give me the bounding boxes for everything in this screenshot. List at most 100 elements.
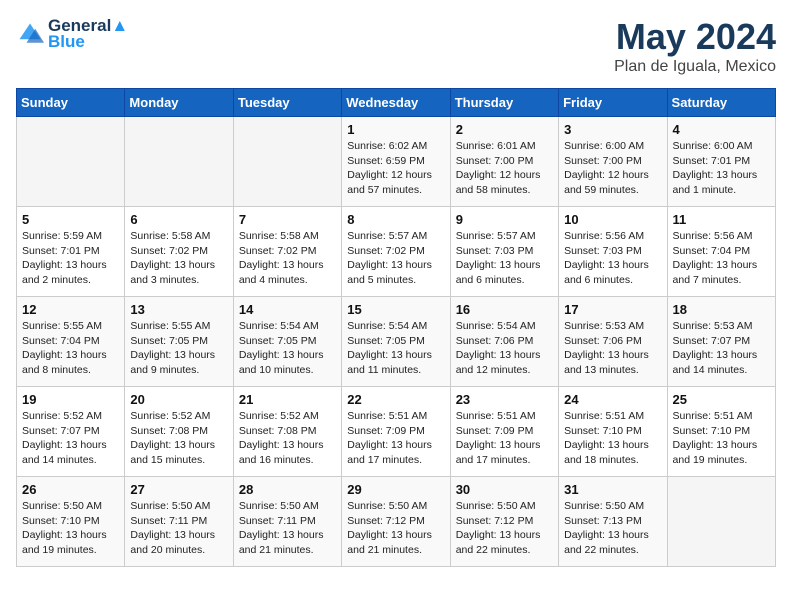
calendar-cell: 23Sunrise: 5:51 AMSunset: 7:09 PMDayligh… [450, 387, 558, 477]
day-info: Sunrise: 6:00 AMSunset: 7:01 PMDaylight:… [673, 139, 770, 198]
calendar-cell: 15 Sunrise: 5:54 AMSunset: 7:05 PMDayligh… [342, 297, 450, 387]
day-info: Sunrise: 6:01 AMSunset: 7:00 PMDaylight:… [456, 139, 553, 198]
location: Plan de Iguala, Mexico [614, 58, 776, 76]
calendar-week-row: 26Sunrise: 5:50 AMSunset: 7:10 PMDayligh… [17, 477, 776, 567]
day-number: 13 [130, 302, 227, 317]
page-header: General▲ Blue May 2024 Plan de Iguala, M… [16, 16, 776, 76]
calendar-cell: 3Sunrise: 6:00 AMSunset: 7:00 PMDaylight… [559, 117, 667, 207]
calendar-cell: 28Sunrise: 5:50 AMSunset: 7:11 PMDayligh… [233, 477, 341, 567]
day-number: 14 [239, 302, 336, 317]
day-number: 28 [239, 482, 336, 497]
calendar-cell: 13 Sunrise: 5:55 AMSunset: 7:05 PMDayligh… [125, 297, 233, 387]
weekday-header: Thursday [450, 89, 558, 117]
day-number: 16 [456, 302, 553, 317]
day-number: 15 [347, 302, 444, 317]
logo: General▲ Blue [16, 16, 128, 52]
day-number: 30 [456, 482, 553, 497]
calendar-cell: 22Sunrise: 5:51 AMSunset: 7:09 PMDayligh… [342, 387, 450, 477]
day-number: 5 [22, 212, 119, 227]
day-info: Sunrise: 5:52 AMSunset: 7:08 PMDaylight:… [130, 409, 227, 468]
logo-text: General▲ Blue [48, 16, 128, 52]
calendar-cell: 8 Sunrise: 5:57 AMSunset: 7:02 PMDaylight… [342, 207, 450, 297]
calendar-cell [17, 117, 125, 207]
day-number: 31 [564, 482, 661, 497]
calendar-cell: 9 Sunrise: 5:57 AMSunset: 7:03 PMDaylight… [450, 207, 558, 297]
day-number: 20 [130, 392, 227, 407]
day-info: Sunrise: 5:55 AMSunset: 7:05 PMDaylight:… [130, 319, 227, 378]
day-number: 10 [564, 212, 661, 227]
day-number: 6 [130, 212, 227, 227]
calendar-week-row: 5 Sunrise: 5:59 AMSunset: 7:01 PMDaylight… [17, 207, 776, 297]
day-number: 8 [347, 212, 444, 227]
calendar-cell: 25 Sunrise: 5:51 AMSunset: 7:10 PMDayligh… [667, 387, 775, 477]
day-number: 18 [673, 302, 770, 317]
day-info: Sunrise: 5:56 AMSunset: 7:03 PMDaylight:… [564, 229, 661, 288]
day-number: 19 [22, 392, 119, 407]
calendar-cell [233, 117, 341, 207]
calendar-week-row: 19 Sunrise: 5:52 AMSunset: 7:07 PMDayligh… [17, 387, 776, 477]
day-info: Sunrise: 5:51 AMSunset: 7:10 PMDaylight:… [673, 409, 770, 468]
day-info: Sunrise: 5:52 AMSunset: 7:07 PMDaylight:… [22, 409, 119, 468]
calendar-cell: 12Sunrise: 5:55 AMSunset: 7:04 PMDayligh… [17, 297, 125, 387]
day-info: Sunrise: 5:53 AMSunset: 7:06 PMDaylight:… [564, 319, 661, 378]
day-number: 4 [673, 122, 770, 137]
day-info: Sunrise: 5:50 AMSunset: 7:11 PMDaylight:… [130, 499, 227, 558]
day-info: Sunrise: 5:52 AMSunset: 7:08 PMDaylight:… [239, 409, 336, 468]
calendar-cell: 24 Sunrise: 5:51 AMSunset: 7:10 PMDayligh… [559, 387, 667, 477]
calendar-cell: 26Sunrise: 5:50 AMSunset: 7:10 PMDayligh… [17, 477, 125, 567]
calendar-cell: 10 Sunrise: 5:56 AMSunset: 7:03 PMDayligh… [559, 207, 667, 297]
day-info: Sunrise: 5:57 AMSunset: 7:02 PMDaylight:… [347, 229, 444, 288]
weekday-header: Wednesday [342, 89, 450, 117]
day-info: Sunrise: 5:59 AMSunset: 7:01 PMDaylight:… [22, 229, 119, 288]
calendar-table: SundayMondayTuesdayWednesdayThursdayFrid… [16, 88, 776, 567]
calendar-cell: 27 Sunrise: 5:50 AMSunset: 7:11 PMDayligh… [125, 477, 233, 567]
calendar-cell: 4 Sunrise: 6:00 AMSunset: 7:01 PMDaylight… [667, 117, 775, 207]
calendar-cell: 14 Sunrise: 5:54 AMSunset: 7:05 PMDayligh… [233, 297, 341, 387]
day-number: 27 [130, 482, 227, 497]
day-info: Sunrise: 5:58 AMSunset: 7:02 PMDaylight:… [130, 229, 227, 288]
day-info: Sunrise: 5:58 AMSunset: 7:02 PMDaylight:… [239, 229, 336, 288]
calendar-cell: 20 Sunrise: 5:52 AMSunset: 7:08 PMDayligh… [125, 387, 233, 477]
day-number: 25 [673, 392, 770, 407]
day-number: 3 [564, 122, 661, 137]
day-info: Sunrise: 5:54 AMSunset: 7:05 PMDaylight:… [347, 319, 444, 378]
title-block: May 2024 Plan de Iguala, Mexico [614, 16, 776, 76]
day-info: Sunrise: 5:50 AMSunset: 7:12 PMDaylight:… [347, 499, 444, 558]
weekday-header: Friday [559, 89, 667, 117]
day-info: Sunrise: 6:02 AMSunset: 6:59 PMDaylight:… [347, 139, 444, 198]
day-info: Sunrise: 5:51 AMSunset: 7:09 PMDaylight:… [456, 409, 553, 468]
weekday-header: Tuesday [233, 89, 341, 117]
day-info: Sunrise: 5:54 AMSunset: 7:06 PMDaylight:… [456, 319, 553, 378]
day-number: 21 [239, 392, 336, 407]
weekday-header-row: SundayMondayTuesdayWednesdayThursdayFrid… [17, 89, 776, 117]
calendar-cell: 5 Sunrise: 5:59 AMSunset: 7:01 PMDaylight… [17, 207, 125, 297]
weekday-header: Sunday [17, 89, 125, 117]
day-number: 29 [347, 482, 444, 497]
calendar-week-row: 12Sunrise: 5:55 AMSunset: 7:04 PMDayligh… [17, 297, 776, 387]
calendar-week-row: 1Sunrise: 6:02 AMSunset: 6:59 PMDaylight… [17, 117, 776, 207]
day-info: Sunrise: 5:54 AMSunset: 7:05 PMDaylight:… [239, 319, 336, 378]
weekday-header: Saturday [667, 89, 775, 117]
day-number: 11 [673, 212, 770, 227]
day-number: 7 [239, 212, 336, 227]
calendar-cell: 6 Sunrise: 5:58 AMSunset: 7:02 PMDaylight… [125, 207, 233, 297]
day-info: Sunrise: 5:57 AMSunset: 7:03 PMDaylight:… [456, 229, 553, 288]
day-number: 17 [564, 302, 661, 317]
day-number: 26 [22, 482, 119, 497]
day-info: Sunrise: 5:51 AMSunset: 7:10 PMDaylight:… [564, 409, 661, 468]
calendar-cell: 30 Sunrise: 5:50 AMSunset: 7:12 PMDayligh… [450, 477, 558, 567]
calendar-cell [125, 117, 233, 207]
day-info: Sunrise: 5:50 AMSunset: 7:12 PMDaylight:… [456, 499, 553, 558]
day-number: 22 [347, 392, 444, 407]
logo-icon [16, 20, 44, 48]
calendar-cell: 18Sunrise: 5:53 AMSunset: 7:07 PMDayligh… [667, 297, 775, 387]
month-title: May 2024 [614, 16, 776, 58]
day-number: 24 [564, 392, 661, 407]
calendar-cell: 16 Sunrise: 5:54 AMSunset: 7:06 PMDayligh… [450, 297, 558, 387]
calendar-cell: 19 Sunrise: 5:52 AMSunset: 7:07 PMDayligh… [17, 387, 125, 477]
calendar-cell [667, 477, 775, 567]
calendar-cell: 7 Sunrise: 5:58 AMSunset: 7:02 PMDaylight… [233, 207, 341, 297]
day-number: 9 [456, 212, 553, 227]
calendar-cell: 31Sunrise: 5:50 AMSunset: 7:13 PMDayligh… [559, 477, 667, 567]
calendar-cell: 2Sunrise: 6:01 AMSunset: 7:00 PMDaylight… [450, 117, 558, 207]
